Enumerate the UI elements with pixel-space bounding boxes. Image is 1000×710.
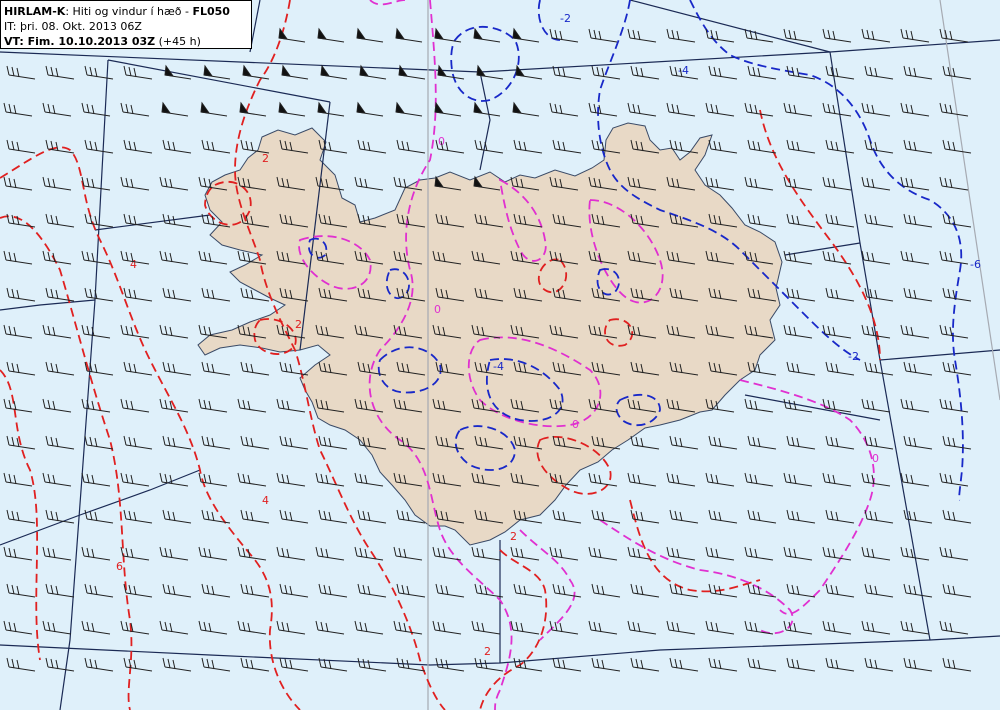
contour-label: -4 bbox=[493, 360, 504, 373]
valid-time: VT: Fim. 10.10.2013 03Z bbox=[4, 35, 156, 48]
product-description: : Hiti og vindur í hæð - bbox=[65, 5, 193, 18]
contour-label: -4 bbox=[678, 64, 689, 77]
contour-label: 2 bbox=[510, 530, 517, 543]
contour-label: 2 bbox=[262, 152, 269, 165]
contour-label: -2 bbox=[560, 12, 571, 25]
contour-label: 6 bbox=[116, 560, 123, 573]
contour-label: 4 bbox=[130, 258, 137, 271]
contour-label: 4 bbox=[262, 494, 269, 507]
contour-label: 0 bbox=[872, 452, 879, 465]
contour-label: 0 bbox=[572, 418, 579, 431]
flight-level: FL050 bbox=[192, 5, 230, 18]
model-name: HIRLAM-K bbox=[4, 5, 66, 18]
contour-label: 2 bbox=[295, 318, 302, 331]
contour-label: -6 bbox=[970, 258, 981, 271]
contour-label: 2 bbox=[484, 645, 491, 658]
map-title-box: HIRLAM-K: Hiti og vindur í hæð - FL050 I… bbox=[0, 0, 252, 49]
title-line: HIRLAM-K: Hiti og vindur í hæð - FL050 bbox=[4, 4, 248, 19]
contour-label: -2 bbox=[848, 350, 859, 363]
contour-label: 0 bbox=[434, 303, 441, 316]
initial-time: IT: þri. 08. Okt. 2013 06Z bbox=[4, 20, 142, 33]
valid-time-line: VT: Fim. 10.10.2013 03Z (+45 h) bbox=[4, 34, 248, 49]
weather-map: -2-4-6-2-400002222446 bbox=[0, 0, 1000, 710]
forecast-hour: (+45 h) bbox=[155, 35, 201, 48]
